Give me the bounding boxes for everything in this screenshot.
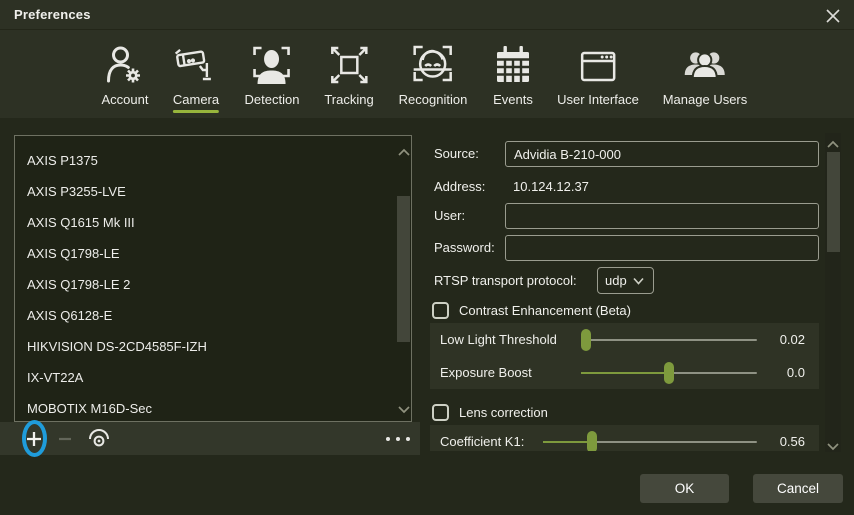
slider-thumb[interactable] xyxy=(664,362,674,384)
tab-label: Recognition xyxy=(399,92,468,107)
tab-camera[interactable]: Camera xyxy=(173,38,219,113)
tab-label: User Interface xyxy=(557,92,639,107)
titlebar: Preferences xyxy=(0,0,854,30)
form-scrollbar-thumb[interactable] xyxy=(827,152,840,252)
close-icon[interactable] xyxy=(824,7,842,25)
exposure-boost-slider[interactable] xyxy=(581,372,757,374)
low-light-threshold-value: 0.02 xyxy=(767,332,805,347)
list-item[interactable]: AXIS Q6128-E xyxy=(15,300,395,331)
exposure-boost-label: Exposure Boost xyxy=(440,365,581,380)
low-light-threshold-row: Low Light Threshold 0.02 xyxy=(430,323,819,356)
low-light-threshold-label: Low Light Threshold xyxy=(440,332,581,347)
tab-tracking[interactable]: Tracking xyxy=(324,38,373,107)
tab-user-interface[interactable]: User Interface xyxy=(557,38,639,107)
tab-manage-users[interactable]: Manage Users xyxy=(663,38,748,107)
coefficient-k1-value: 0.56 xyxy=(767,434,805,449)
contrast-enhancement-checkbox[interactable] xyxy=(432,302,449,319)
lens-correction-label: Lens correction xyxy=(459,404,548,422)
chevron-down-icon xyxy=(633,277,644,285)
ellipsis-icon xyxy=(386,437,390,441)
contrast-sliders-panel: Low Light Threshold 0.02 Exposure Boost … xyxy=(430,323,819,389)
tab-detection[interactable]: Detection xyxy=(245,38,300,107)
cancel-button[interactable]: Cancel xyxy=(753,474,843,503)
source-input[interactable] xyxy=(505,141,819,167)
rtsp-protocol-value: udp xyxy=(605,273,627,288)
detection-icon xyxy=(249,38,295,88)
ok-button[interactable]: OK xyxy=(640,474,729,503)
camera-list: AXIS P1375 AXIS P3255-LVE AXIS Q1615 Mk … xyxy=(14,135,412,422)
list-item[interactable]: AXIS Q1798-LE 2 xyxy=(15,269,395,300)
tab-recognition[interactable]: Recognition xyxy=(399,38,468,107)
list-item[interactable]: HIKVISION DS-2CD4585F-IZH xyxy=(15,331,395,362)
manage-users-icon xyxy=(682,38,728,88)
account-icon xyxy=(102,38,148,88)
coefficient-k1-label: Coefficient K1: xyxy=(440,434,543,449)
remove-camera-button[interactable] xyxy=(51,422,79,455)
window-title: Preferences xyxy=(14,7,91,22)
tab-label: Camera xyxy=(173,92,219,107)
list-item[interactable]: AXIS Q1615 Mk III xyxy=(15,207,395,238)
exposure-boost-value: 0.0 xyxy=(767,365,805,380)
list-item[interactable]: AXIS P1375 xyxy=(15,145,395,176)
user-interface-icon xyxy=(575,38,621,88)
discover-cameras-button[interactable] xyxy=(85,422,113,455)
user-input[interactable] xyxy=(505,203,819,229)
coefficient-k1-slider[interactable] xyxy=(543,441,757,443)
low-light-threshold-slider[interactable] xyxy=(581,339,757,341)
scroll-down-icon[interactable] xyxy=(826,439,840,449)
list-item[interactable]: MOBOTIX M16D-Sec xyxy=(15,393,395,424)
slider-fill xyxy=(581,372,669,374)
tab-label: Detection xyxy=(245,92,300,107)
tab-account[interactable]: Account xyxy=(102,38,149,107)
source-label: Source: xyxy=(434,141,479,167)
recognition-icon xyxy=(410,38,456,88)
user-label: User: xyxy=(434,203,465,229)
coefficient-k1-row: Coefficient K1: 0.56 xyxy=(430,425,819,451)
password-label: Password: xyxy=(434,235,495,261)
lens-correction-checkbox[interactable] xyxy=(432,404,449,421)
lens-sliders-panel: Coefficient K1: 0.56 xyxy=(430,425,819,451)
more-options-button[interactable] xyxy=(386,422,410,455)
camera-list-toolbar xyxy=(0,422,420,455)
events-icon xyxy=(490,38,536,88)
scroll-up-icon[interactable] xyxy=(397,144,411,154)
address-value: 10.124.12.37 xyxy=(513,174,589,200)
tab-label: Account xyxy=(102,92,149,107)
camera-list-items: AXIS P1375 AXIS P3255-LVE AXIS Q1615 Mk … xyxy=(15,145,395,424)
preferences-window: Preferences Account xyxy=(0,0,854,515)
address-label: Address: xyxy=(434,174,485,200)
tab-label: Events xyxy=(493,92,533,107)
rtsp-protocol-label: RTSP transport protocol: xyxy=(434,267,577,294)
slider-fill xyxy=(543,441,592,443)
form-scrollbar xyxy=(825,133,841,452)
exposure-boost-row: Exposure Boost 0.0 xyxy=(430,356,819,389)
slider-thumb[interactable] xyxy=(581,329,591,351)
scroll-up-icon[interactable] xyxy=(826,136,840,146)
camera-icon xyxy=(173,38,219,88)
slider-thumb[interactable] xyxy=(587,431,597,452)
tab-events[interactable]: Events xyxy=(490,38,536,107)
list-scrollbar-thumb[interactable] xyxy=(397,196,410,342)
password-input[interactable] xyxy=(505,235,819,261)
scroll-down-icon[interactable] xyxy=(397,402,411,412)
tab-label: Manage Users xyxy=(663,92,748,107)
add-camera-button[interactable] xyxy=(20,422,48,455)
list-item[interactable]: AXIS Q1798-LE xyxy=(15,238,395,269)
list-item[interactable]: IX-VT22A xyxy=(15,362,395,393)
tracking-icon xyxy=(326,38,372,88)
list-item[interactable]: AXIS P3255-LVE xyxy=(15,176,395,207)
contrast-enhancement-label: Contrast Enhancement (Beta) xyxy=(459,302,631,320)
tab-label: Tracking xyxy=(324,92,373,107)
rtsp-protocol-select[interactable]: udp xyxy=(597,267,654,294)
tab-underline xyxy=(173,110,219,113)
